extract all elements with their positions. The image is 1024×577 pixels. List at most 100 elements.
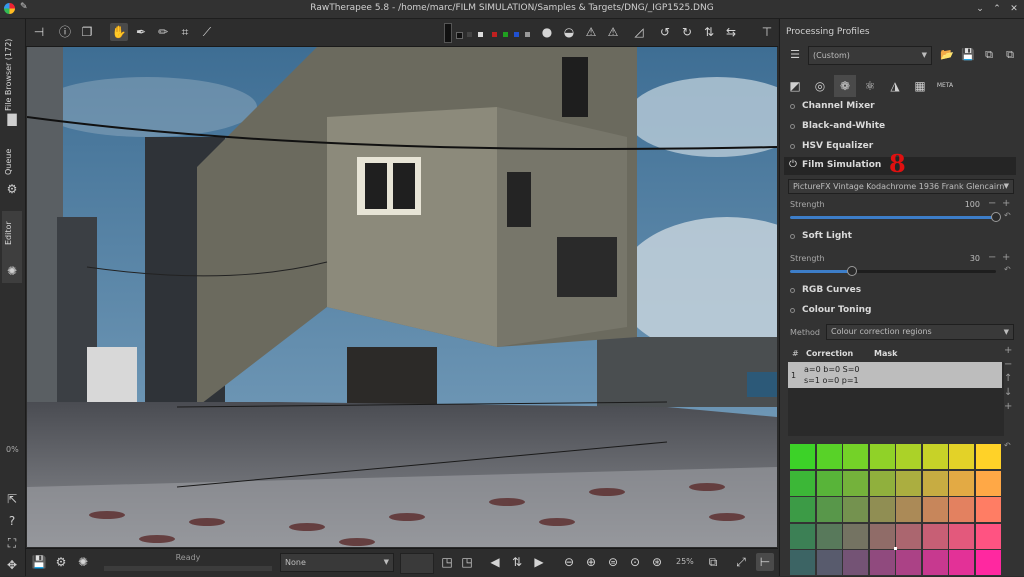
copy-profile-icon[interactable]: ⧉ [980, 46, 998, 64]
soft-strength-knob[interactable] [846, 266, 857, 276]
save-icon[interactable]: 💾 [30, 553, 48, 571]
table-row[interactable]: 1 a=0 b=0 S=0 s=1 o=0 p=1 [788, 362, 1002, 388]
power-icon[interactable]: ⏻ [789, 159, 797, 170]
soft-strength-slider[interactable] [790, 266, 996, 276]
color-picker-icon[interactable]: ✏ [154, 23, 172, 41]
grid-handle[interactable] [894, 547, 897, 550]
snapshot-combo[interactable]: None ▼ [280, 553, 394, 572]
new-window-icon[interactable]: ⧉ [704, 553, 722, 571]
crop-icon[interactable]: ⌗ [176, 23, 194, 41]
toggle-left-panel-icon[interactable]: ⊣ [30, 23, 48, 41]
swatch-green[interactable] [503, 32, 508, 37]
plus-icon[interactable]: + [1002, 198, 1010, 209]
fullscreen-toggle-icon[interactable]: ⤢ [732, 553, 750, 571]
add-region-icon[interactable]: + [1004, 345, 1012, 356]
bg-color-selector[interactable] [444, 23, 452, 43]
profile-list-icon[interactable]: ☰ [786, 46, 804, 64]
swatch-white[interactable] [478, 32, 483, 37]
help-icon[interactable]: ? [4, 513, 20, 529]
rotate-left-icon[interactable]: ↺ [656, 23, 674, 41]
toggle-right-panel-icon[interactable]: ⊤ [758, 23, 776, 41]
info-icon[interactable]: ⓘ [56, 23, 74, 41]
open-profile-icon[interactable]: 📂 [938, 46, 956, 64]
softproof-icon[interactable]: ◳ [458, 553, 476, 571]
swatch-black[interactable] [456, 32, 463, 39]
tab-color-icon[interactable]: ❁ [834, 75, 856, 97]
zoom-fit-icon[interactable]: ⊜ [604, 553, 622, 571]
tab-raw-icon[interactable]: ▦ [909, 75, 931, 97]
tab-transform-icon[interactable]: ◮ [884, 75, 906, 97]
focus-mask-icon[interactable]: ● [538, 23, 556, 41]
reset-icon[interactable]: ↶ [1004, 211, 1011, 220]
soft-strength-value[interactable]: 30 [950, 254, 980, 263]
regions-list[interactable]: 1 a=0 b=0 S=0 s=1 o=0 p=1 [788, 362, 1004, 436]
plus-icon[interactable]: + [1002, 252, 1010, 263]
enable-toggle[interactable] [790, 234, 795, 239]
gears-icon[interactable]: ⚙ [4, 181, 20, 197]
shadow-clip-icon[interactable]: ◒ [560, 23, 578, 41]
tab-exposure-icon[interactable]: ◩ [784, 75, 806, 97]
strength-slider[interactable] [790, 212, 1001, 222]
zoom-in-icon[interactable]: ⊕ [582, 553, 600, 571]
paste-profile-icon[interactable]: ⧉ [1001, 46, 1019, 64]
swatch-red[interactable] [492, 32, 497, 37]
save-profile-icon[interactable]: 💾 [959, 46, 977, 64]
swatch-dark[interactable] [467, 32, 472, 37]
histogram-icon[interactable]: ◿ [630, 23, 648, 41]
enable-toggle[interactable] [790, 288, 795, 293]
minus-icon[interactable]: − [988, 198, 996, 209]
maximize-button[interactable]: ⌃ [991, 3, 1003, 15]
enable-toggle[interactable] [790, 124, 795, 129]
toggle-panels-icon[interactable]: ⊢ [756, 553, 774, 571]
tab-editor[interactable]: Editor ✺ [2, 211, 22, 283]
flip-horizontal-icon[interactable]: ⇆ [722, 23, 740, 41]
tab-file-browser[interactable]: File Browser (172) [2, 23, 22, 115]
tab-queue[interactable]: Queue [2, 139, 22, 179]
tool-soft-light[interactable]: Soft Light [784, 228, 1016, 246]
minus-icon[interactable]: − [988, 252, 996, 263]
folder-icon[interactable]: ▇ [4, 111, 20, 127]
sync-icon[interactable]: ⇅ [508, 553, 526, 571]
film-select[interactable]: PictureFX Vintage Kodachrome 1936 Frank … [788, 179, 1014, 194]
next-image-icon[interactable]: ▶ [530, 553, 548, 571]
swatch-gray[interactable] [525, 32, 530, 37]
tab-advanced-icon[interactable]: ⚛ [859, 75, 881, 97]
profile-combo[interactable]: (Custom) ▼ [808, 46, 932, 65]
swatch-blue[interactable] [514, 32, 519, 37]
queue-add-icon[interactable]: ⚙ [52, 553, 70, 571]
minimize-button[interactable]: ⌄ [974, 3, 986, 15]
flip-vertical-icon[interactable]: ⇅ [700, 23, 718, 41]
warning-highlight-icon[interactable]: ⚠ [604, 23, 622, 41]
before-after-icon[interactable]: ❐ [78, 23, 96, 41]
enable-toggle[interactable] [790, 144, 795, 149]
zoom-100-icon[interactable]: ⊙ [626, 553, 644, 571]
tool-film-simulation[interactable]: ⏻ Film Simulation 8 [784, 149, 1016, 178]
image-preview[interactable] [27, 47, 777, 547]
tool-rgb-curves[interactable]: RGB Curves [784, 282, 1016, 300]
strength-value[interactable]: 100 [950, 200, 980, 209]
tab-detail-icon[interactable]: ◎ [809, 75, 831, 97]
tab-meta-icon[interactable]: META [934, 75, 956, 97]
color-correction-grid[interactable] [790, 444, 1002, 575]
move-icon[interactable]: ✥ [4, 557, 20, 573]
tool-channel-mixer[interactable]: Channel Mixer [784, 98, 1016, 116]
zoom-crop-icon[interactable]: ⊛ [648, 553, 666, 571]
tool-colour-toning[interactable]: Colour Toning [784, 302, 1016, 320]
remove-region-icon[interactable]: − [1004, 359, 1012, 370]
send-icon[interactable]: ⇱ [4, 491, 20, 507]
close-button[interactable]: ✕ [1008, 3, 1020, 15]
external-editor-icon[interactable]: ✺ [74, 553, 92, 571]
move-up-icon[interactable]: ↑ [1004, 373, 1012, 384]
reset-icon[interactable]: ↶ [1004, 265, 1011, 274]
method-select[interactable]: Colour correction regions ▼ [826, 324, 1014, 340]
rotate-right-icon[interactable]: ↻ [678, 23, 696, 41]
tool-black-and-white[interactable]: Black-and-White [784, 118, 1016, 136]
straighten-icon[interactable]: ⟋ [198, 23, 216, 41]
color-profile-button[interactable] [400, 553, 434, 574]
enable-toggle[interactable] [790, 308, 795, 313]
move-down-icon[interactable]: ↓ [1004, 387, 1012, 398]
reset-icon[interactable]: ↶ [1004, 441, 1011, 450]
fullscreen-icon[interactable]: ⛶ [4, 535, 20, 551]
hand-tool-icon[interactable]: ✋ [110, 23, 128, 41]
enable-toggle[interactable] [790, 104, 795, 109]
